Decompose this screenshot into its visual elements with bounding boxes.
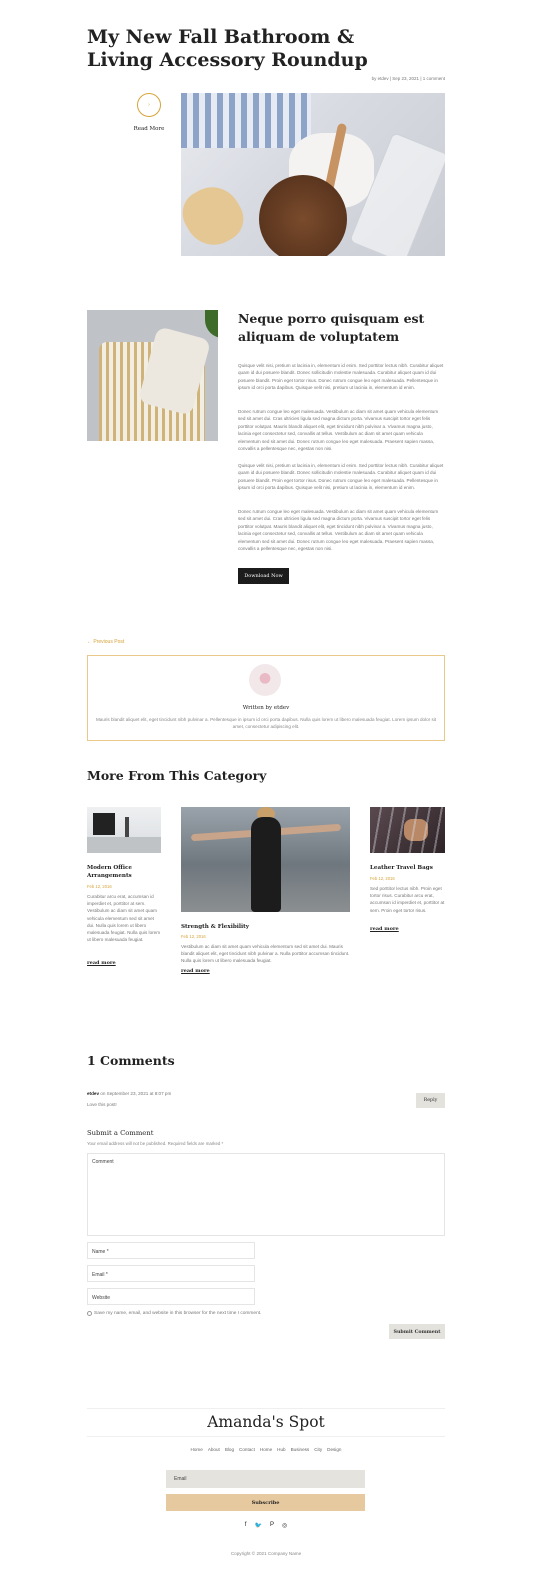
- card-title[interactable]: Modern Office Arrangements: [87, 864, 161, 880]
- copyright: Copyright © 2021 Company Name: [230, 1551, 302, 1556]
- card-title[interactable]: Strength & Flexibility: [181, 923, 350, 931]
- read-more-link[interactable]: read more: [370, 926, 399, 932]
- comment-date: on September 23, 2021 at 8:07 pm: [99, 1091, 172, 1096]
- comment-author[interactable]: etdev: [87, 1091, 99, 1096]
- footer-link-about[interactable]: About: [208, 1447, 220, 1452]
- footer-link-blog[interactable]: Blog: [225, 1447, 234, 1452]
- office-card-image[interactable]: [87, 807, 161, 853]
- divider: [87, 1436, 445, 1437]
- section-paragraph: Quisque velit nisi, pretium ut lacinia i…: [238, 463, 444, 491]
- facebook-icon[interactable]: f: [245, 1522, 247, 1529]
- card-excerpt: Curabitur arcu erat, accumsan id imperdi…: [87, 894, 161, 943]
- footer-link-design[interactable]: Design: [327, 1447, 341, 1452]
- bags-card-image[interactable]: [370, 807, 445, 853]
- card-excerpt: Vestibulum ac diam sit amet quam vehicul…: [181, 944, 350, 964]
- card-date: Feb 12, 2016: [370, 876, 395, 881]
- card-date: Feb 12, 2016: [181, 934, 206, 939]
- email-field[interactable]: Email *: [87, 1265, 255, 1282]
- footer-link-home-2[interactable]: Home: [260, 1447, 272, 1452]
- reply-button[interactable]: Reply: [416, 1093, 445, 1108]
- read-more-link[interactable]: read more: [181, 968, 210, 974]
- save-checkbox[interactable]: [87, 1311, 92, 1316]
- name-field[interactable]: Name *: [87, 1242, 255, 1259]
- post-meta: by etdev | Sep 23, 2021 | 1 comment: [371, 76, 445, 81]
- footer-nav: Home About Blog Contact Home Hub Busines…: [87, 1447, 445, 1452]
- twitter-icon[interactable]: 🐦: [254, 1522, 261, 1529]
- website-field[interactable]: Website: [87, 1288, 255, 1305]
- footer-link-city[interactable]: City: [314, 1447, 322, 1452]
- card-date: Feb 12, 2016: [87, 884, 112, 889]
- instagram-icon[interactable]: ◎: [282, 1522, 287, 1529]
- pinterest-icon[interactable]: P: [270, 1522, 274, 1529]
- save-label: Save my name, email, and website in this…: [94, 1311, 262, 1316]
- submit-comment-button[interactable]: Submit Comment: [389, 1324, 445, 1339]
- footer-link-business[interactable]: Business: [291, 1447, 310, 1452]
- read-more-link[interactable]: read more: [87, 960, 116, 966]
- fitness-card-image[interactable]: [181, 807, 350, 912]
- chevron-right-icon: ›: [148, 102, 150, 108]
- card-excerpt: Sed porttitor lectus nibh. Proin eget to…: [370, 886, 445, 913]
- basket-image: [87, 310, 218, 441]
- hero-image: [181, 93, 445, 256]
- download-now-button[interactable]: Download Now: [238, 568, 289, 584]
- form-heading: Submit a Comment: [87, 1129, 154, 1137]
- section-paragraph: Quisque velit nisi, pretium ut lacinia i…: [238, 363, 444, 391]
- avatar: [249, 664, 281, 696]
- footer-link-home[interactable]: Home: [191, 1447, 203, 1452]
- author-bio: Mauris blandit aliquet elit, eget tincid…: [95, 717, 437, 729]
- section-paragraph: Donec rutrum congue leo eget malesuada. …: [238, 509, 439, 552]
- social-links: f 🐦 P ◎: [87, 1522, 445, 1529]
- section-heading: Neque porro quisquam est aliquam de volu…: [238, 311, 425, 344]
- newsletter-email-input[interactable]: Email: [166, 1470, 365, 1488]
- comment-placeholder: Comment: [92, 1159, 114, 1165]
- card-title[interactable]: Leather Travel Bags: [370, 864, 445, 872]
- section-paragraph: Donec rutrum congue leo eget malesuada. …: [238, 409, 439, 452]
- divider: [87, 1408, 445, 1409]
- read-more-circle-button[interactable]: ›: [137, 93, 161, 117]
- comment-textarea[interactable]: Comment: [87, 1153, 445, 1236]
- subscribe-button[interactable]: Subscribe: [166, 1494, 365, 1511]
- footer-link-contact[interactable]: Contact: [239, 1447, 255, 1452]
- post-title: My New Fall Bathroom & Living Accessory …: [87, 26, 368, 71]
- category-heading: More From This Category: [87, 768, 267, 783]
- brand-logo[interactable]: Amanda's Spot: [87, 1413, 445, 1431]
- comments-heading: 1 Comments: [87, 1053, 175, 1068]
- footer-link-hub[interactable]: Hub: [277, 1447, 285, 1452]
- previous-post-link[interactable]: ← Previous Post: [87, 639, 124, 645]
- required-note: Your email address will not be published…: [87, 1141, 224, 1146]
- comment-text: Love this post!: [87, 1102, 117, 1107]
- author-name: Written by etdev: [242, 705, 290, 711]
- read-more-link[interactable]: Read More: [128, 126, 170, 132]
- save-info-row: Save my name, email, and website in this…: [87, 1311, 261, 1316]
- comment-meta: etdev on September 23, 2021 at 8:07 pm: [87, 1091, 171, 1096]
